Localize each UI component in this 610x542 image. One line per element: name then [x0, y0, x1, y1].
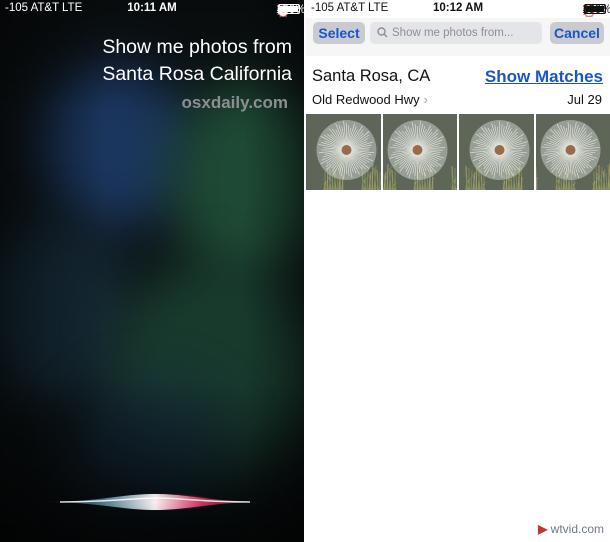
- status-bar: -105 AT&T LTE 10:11 AM ◕ ➤ ⏰ 100%: [0, 0, 304, 18]
- search-icon: [377, 27, 388, 38]
- status-time: 10:12 AM: [432, 2, 484, 14]
- dandelion-image-icon: [382, 114, 457, 190]
- siri-query-line: Show me photos from: [102, 36, 292, 58]
- status-icons: ◕ ➤ ⏰ 100%: [582, 2, 610, 18]
- site-logo-label: wtvid.com: [550, 522, 604, 536]
- status-bar: -105 AT&T LTE 10:12 AM ◕ ➤ ⏰ 100%: [306, 0, 610, 18]
- select-button[interactable]: Select: [313, 22, 365, 44]
- battery-icon: [278, 4, 300, 14]
- moment-date: Jul 29: [567, 92, 602, 107]
- siri-screen: -105 AT&T LTE 10:11 AM ◕ ➤ ⏰ 100% Show m…: [0, 0, 304, 542]
- photo-thumbnail[interactable]: [535, 114, 610, 190]
- status-icons: ◕ ➤ ⏰ 100%: [276, 2, 304, 18]
- photo-grid: [306, 114, 610, 190]
- moment-street-label: Old Redwood Hwy: [312, 92, 420, 107]
- siri-query-text: Show me photos from Santa Rosa Californi…: [102, 34, 292, 88]
- search-field[interactable]: [370, 22, 542, 44]
- watermark: osxdaily.com: [181, 93, 288, 112]
- search-navbar: Select Cancel: [306, 18, 610, 56]
- siri-query-line: Santa Rosa California: [102, 63, 292, 85]
- siri-waveform-icon[interactable]: [40, 480, 270, 524]
- moment-location: Santa Rosa, CA: [312, 67, 431, 85]
- dandelion-image-icon: [306, 114, 381, 190]
- dandelion-image-icon: [459, 114, 534, 190]
- moment-street[interactable]: Old Redwood Hwy ›: [312, 92, 428, 107]
- status-time: 10:11 AM: [127, 2, 177, 14]
- photo-thumbnail[interactable]: [306, 114, 381, 190]
- photo-thumbnail[interactable]: [382, 114, 457, 190]
- search-input[interactable]: [392, 22, 538, 44]
- chevron-right-icon: ›: [423, 92, 428, 107]
- site-logo: ▶ wtvid.com: [538, 522, 604, 536]
- dandelion-image-icon: [535, 114, 610, 190]
- battery-icon: [584, 4, 606, 14]
- show-matches-link[interactable]: Show Matches: [485, 67, 603, 87]
- photo-thumbnail[interactable]: [459, 114, 534, 190]
- cancel-button[interactable]: Cancel: [550, 22, 604, 44]
- photos-screen: -105 AT&T LTE 10:12 AM ◕ ➤ ⏰ 100% Select…: [306, 0, 610, 542]
- play-icon: ▶: [538, 522, 548, 536]
